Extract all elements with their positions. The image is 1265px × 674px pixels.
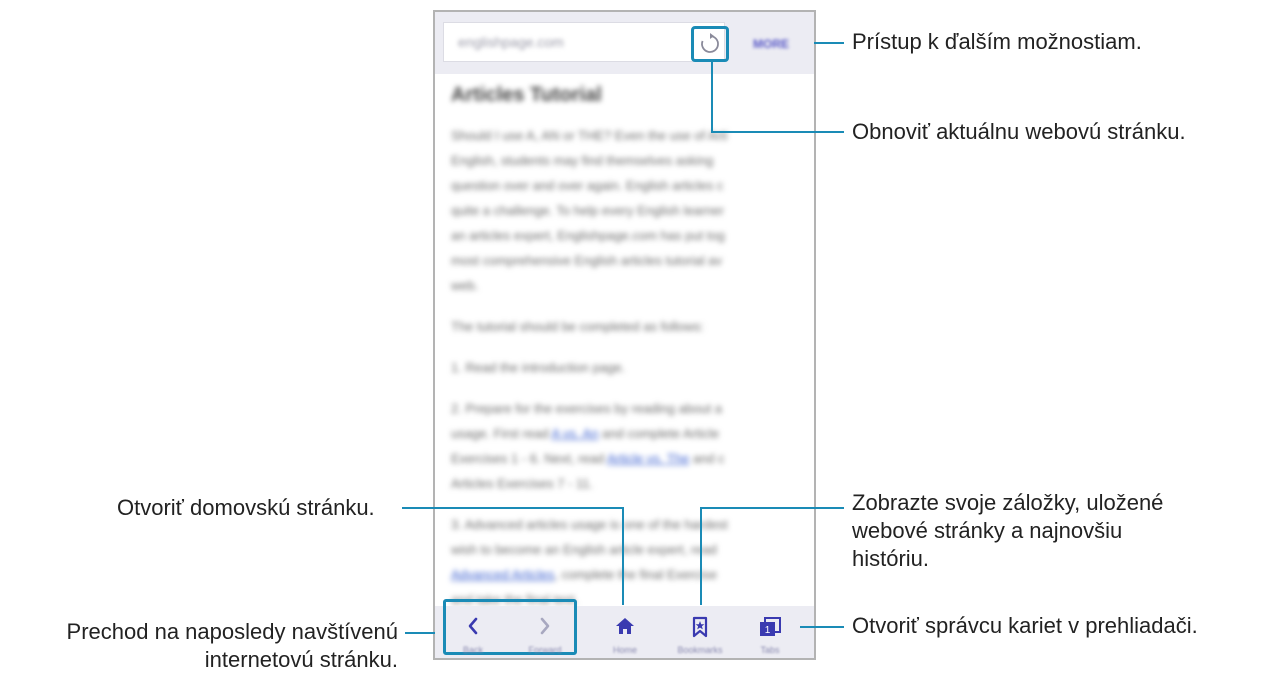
callout-home: Otvoriť domovskú stránku. <box>117 495 375 520</box>
url-input[interactable]: englishpage.com <box>443 22 725 62</box>
bookmarks-label: Bookmarks <box>677 645 723 655</box>
callout-line-refresh <box>711 131 844 133</box>
callout-line-more <box>814 42 844 44</box>
home-label: Home <box>612 645 637 655</box>
tabs-count: 1 <box>765 625 771 636</box>
article-paragraph: 1. Read the introduction page. <box>451 360 626 375</box>
address-bar: englishpage.com MORE <box>435 12 814 74</box>
chevron-right-icon <box>540 617 550 635</box>
browser-screen: englishpage.com MORE Articles Tutorial S… <box>433 10 816 660</box>
callout-refresh: Obnoviť aktuálnu webovú stránku. <box>852 119 1186 144</box>
web-page-content: Articles Tutorial Should I use A, AN or … <box>451 84 814 628</box>
article-link[interactable]: Article vs. The <box>607 451 689 466</box>
back-button[interactable]: Back <box>443 606 503 658</box>
callout-nav: Prechod na naposledy navštívenú internet… <box>66 619 398 672</box>
bookmark-icon <box>692 616 708 638</box>
article-paragraph: 3. Advanced articles usage is one of the… <box>451 517 728 607</box>
callout-tabs: Otvoriť správcu kariet v prehliadači. <box>852 613 1198 638</box>
refresh-icon <box>701 33 719 53</box>
refresh-button[interactable] <box>691 26 729 62</box>
callout-line-refresh <box>711 60 713 133</box>
callout-line-bookmarks <box>700 507 702 605</box>
callout-bookmarks: Zobrazte svoje záložky, uložené webové s… <box>852 490 1164 571</box>
article-link[interactable]: A vs. An <box>551 426 598 441</box>
callout-line-tabs <box>800 626 844 628</box>
tabs-button[interactable]: 1 Tabs <box>740 606 800 658</box>
callout-line-home <box>402 507 624 509</box>
forward-label: Forward <box>528 645 562 655</box>
url-text: englishpage.com <box>458 34 564 50</box>
bookmarks-button[interactable]: Bookmarks <box>670 606 730 658</box>
forward-button[interactable]: Forward <box>515 606 575 658</box>
article-link[interactable]: Advanced Articles <box>451 567 554 582</box>
article-paragraph: The tutorial should be completed as foll… <box>451 319 704 334</box>
article-paragraph: Should I use A, AN or THE? Even the use … <box>451 128 728 293</box>
tabs-label: Tabs <box>760 645 780 655</box>
back-label: Back <box>462 645 483 655</box>
chevron-left-icon <box>468 617 478 635</box>
article-title: Articles Tutorial <box>451 84 602 106</box>
callout-line-home <box>622 507 624 605</box>
article-paragraph: 2. Prepare for the exercises by reading … <box>451 401 725 491</box>
home-button[interactable]: Home <box>595 606 655 658</box>
bottom-toolbar: Back Forward Home Bookmarks 1 Tabs <box>435 599 814 658</box>
callout-line-nav <box>405 632 435 634</box>
home-icon <box>616 618 634 634</box>
tabs-icon: 1 <box>760 617 781 636</box>
more-button[interactable]: MORE <box>753 37 789 51</box>
callout-line-bookmarks <box>700 507 844 509</box>
callout-more: Prístup k ďalším možnostiam. <box>852 29 1142 54</box>
